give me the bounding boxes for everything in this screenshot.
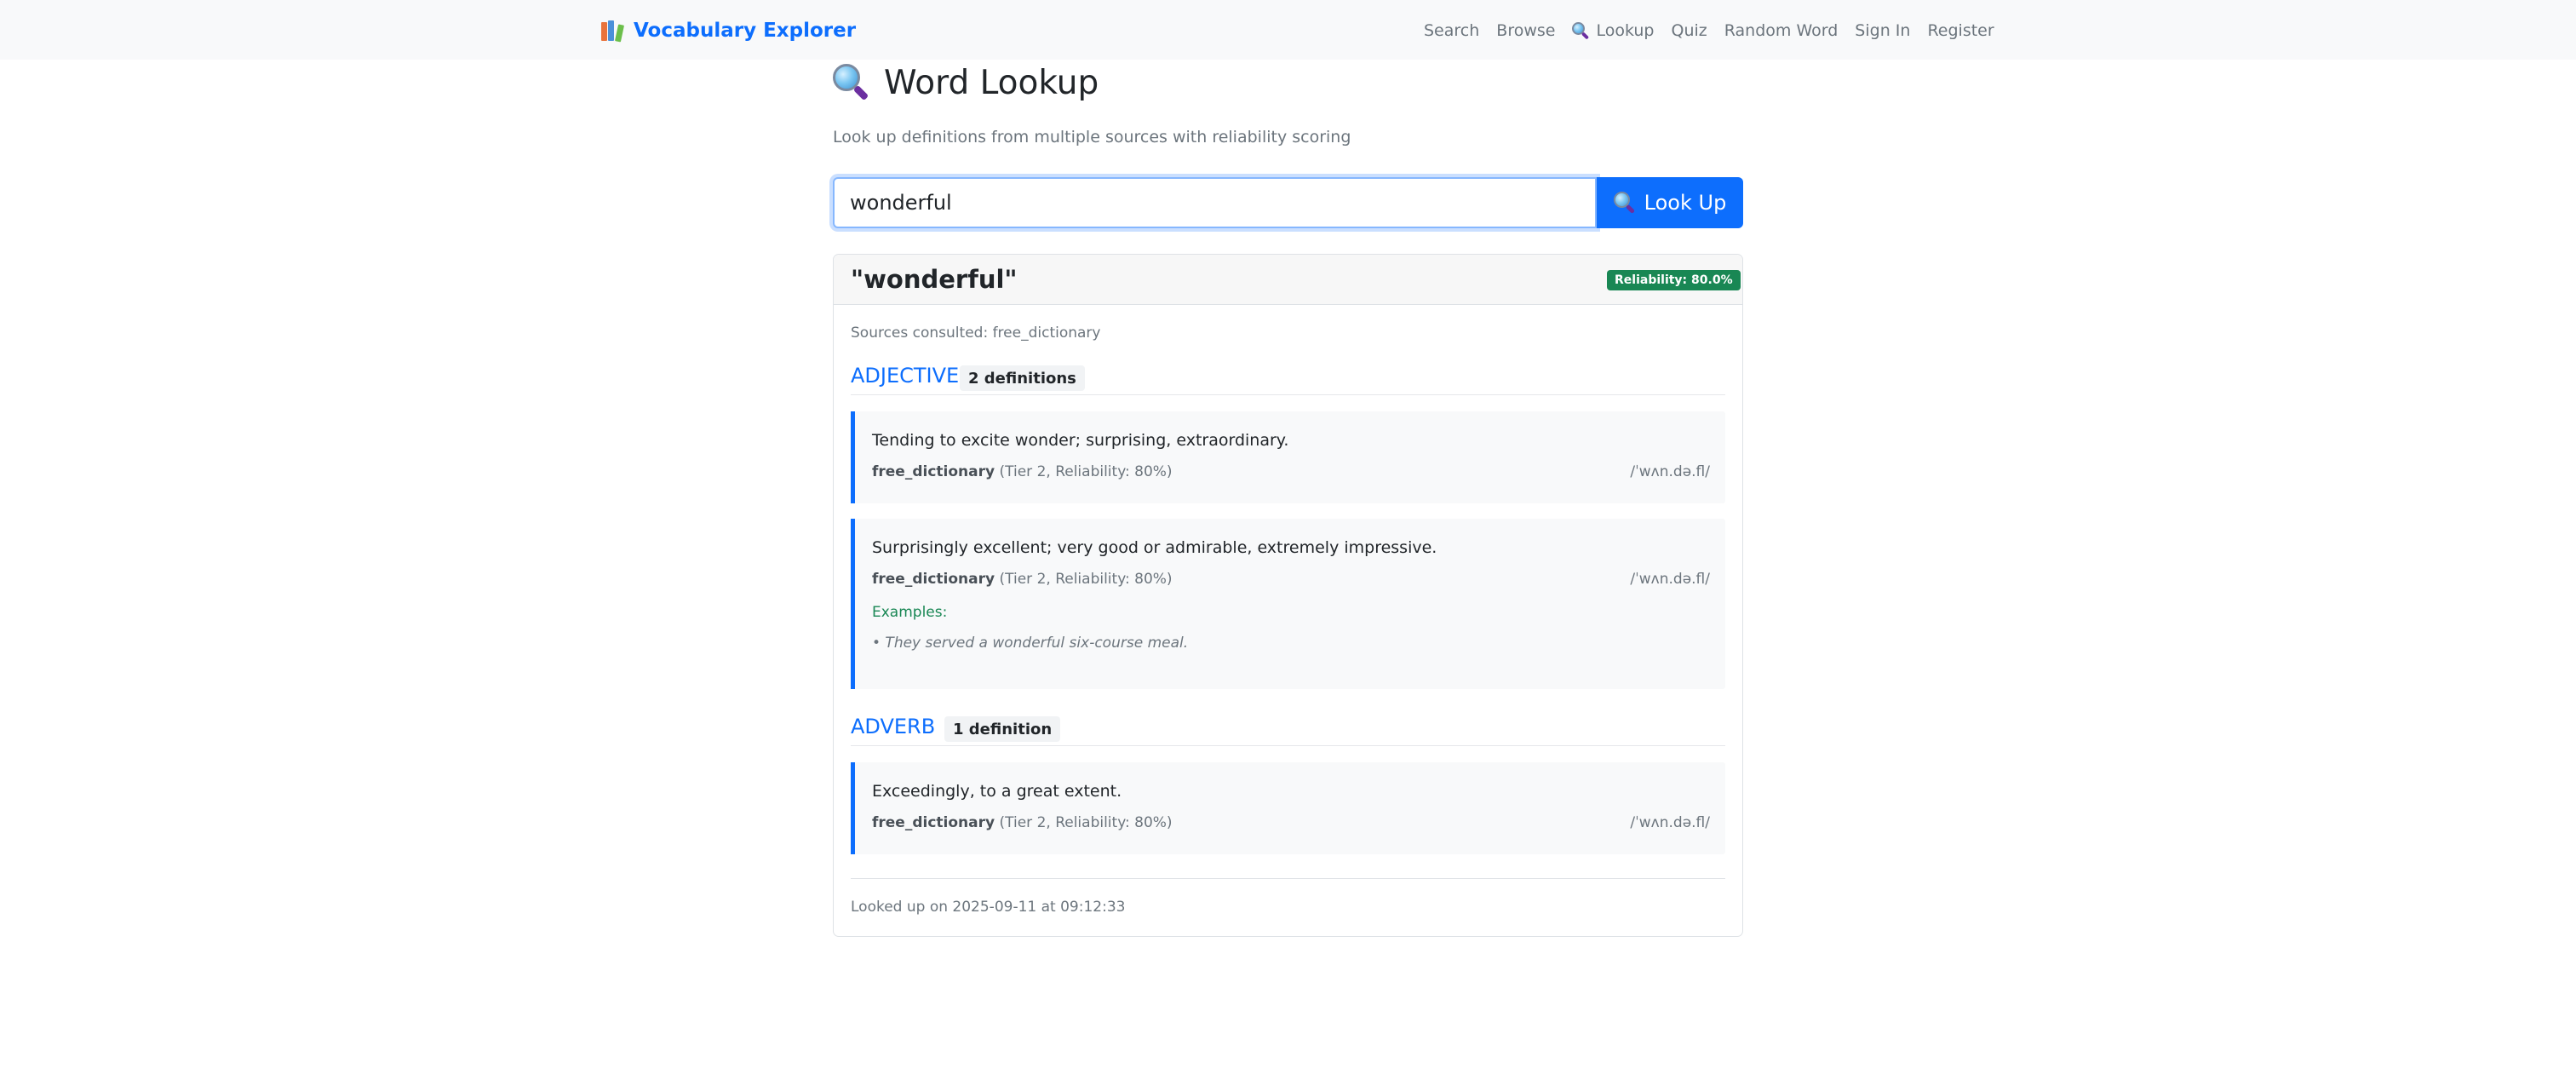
source-detail: (Tier 2, Reliability: 80%) [999, 814, 1173, 831]
lookup-timestamp: Looked up on 2025-09-11 at 09:12:33 [851, 899, 1126, 916]
look-up-button-label: Look Up [1644, 191, 1727, 215]
magnifying-glass-icon [1572, 22, 1590, 40]
page-title: Word Lookup [833, 61, 1099, 104]
source-name: free_dictionary [872, 463, 995, 480]
result-card: "wonderful" Reliability: 80.0% Sources c… [833, 254, 1743, 937]
magnifying-glass-icon [1613, 192, 1636, 215]
definition-item: Tending to excite wonder; surprising, ex… [851, 411, 1725, 503]
pronunciation: /ˈwʌn.də.fl/ [1630, 571, 1710, 588]
pos-label: ADJECTIVE [851, 364, 960, 388]
result-word: "wonderful" [851, 265, 1018, 294]
look-up-button[interactable]: Look Up [1597, 177, 1743, 228]
definition-item: Surprisingly excellent; very good or adm… [851, 519, 1725, 689]
nav-link-browse-label: Browse [1496, 21, 1556, 40]
source-name: free_dictionary [872, 571, 995, 588]
nav-link-random-word[interactable]: Random Word [1724, 21, 1839, 40]
nav-link-sign-in[interactable]: Sign In [1855, 21, 1910, 40]
pos-label: ADVERB [851, 715, 936, 738]
pos-heading-adverb: ADVERB 1 definition [851, 715, 1725, 746]
nav-link-random-word-label: Random Word [1724, 21, 1839, 40]
nav-link-lookup[interactable]: Lookup [1572, 21, 1655, 40]
source-detail: (Tier 2, Reliability: 80%) [999, 463, 1173, 480]
examples-label: Examples: [872, 604, 948, 621]
definition-text: Surprisingly excellent; very good or adm… [872, 538, 1437, 557]
brand-link[interactable]: Vocabulary Explorer [601, 15, 856, 46]
nav-link-register[interactable]: Register [1927, 21, 1994, 40]
card-divider [851, 878, 1725, 879]
lookup-form: Look Up [833, 177, 1743, 228]
example-sentence: • They served a wonderful six-course mea… [872, 635, 1189, 652]
pos-heading-adjective: ADJECTIVE 2 definitions [851, 364, 1725, 395]
nav-link-sign-in-label: Sign In [1855, 21, 1911, 40]
page-title-label: Word Lookup [884, 63, 1099, 102]
nav-links: Search Browse Lookup Quiz Random Word Si… [1424, 15, 1994, 46]
definition-text: Tending to excite wonder; surprising, ex… [872, 431, 1289, 450]
nav-link-lookup-label: Lookup [1596, 21, 1655, 40]
top-navbar: Vocabulary Explorer Search Browse Lookup… [0, 0, 2576, 60]
definition-source: free_dictionary (Tier 2, Reliability: 80… [872, 814, 1173, 831]
page-subtitle: Look up definitions from multiple source… [833, 128, 1351, 146]
definition-source: free_dictionary (Tier 2, Reliability: 80… [872, 463, 1173, 480]
nav-link-quiz[interactable]: Quiz [1672, 21, 1707, 40]
pronunciation: /ˈwʌn.də.fl/ [1630, 463, 1710, 480]
nav-link-register-label: Register [1927, 21, 1994, 40]
definition-text: Exceedingly, to a great extent. [872, 782, 1122, 801]
word-lookup-input[interactable] [833, 177, 1597, 228]
definition-count-badge: 2 definitions [960, 365, 1085, 391]
nav-link-browse[interactable]: Browse [1496, 21, 1555, 40]
magnifying-glass-icon [833, 64, 870, 101]
sources-consulted: Sources consulted: free_dictionary [851, 325, 1101, 342]
nav-link-quiz-label: Quiz [1671, 21, 1707, 40]
books-icon [601, 20, 625, 43]
result-card-header: "wonderful" Reliability: 80.0% [834, 255, 1742, 305]
reliability-badge: Reliability: 80.0% [1607, 270, 1741, 290]
definition-count-badge: 1 definition [944, 716, 1061, 742]
definition-item: Exceedingly, to a great extent. free_dic… [851, 762, 1725, 854]
definition-source: free_dictionary (Tier 2, Reliability: 80… [872, 571, 1173, 588]
nav-link-search[interactable]: Search [1424, 21, 1479, 40]
nav-link-search-label: Search [1424, 21, 1480, 40]
source-detail: (Tier 2, Reliability: 80%) [999, 571, 1173, 588]
brand-label: Vocabulary Explorer [634, 20, 857, 42]
pronunciation: /ˈwʌn.də.fl/ [1630, 814, 1710, 831]
source-name: free_dictionary [872, 814, 995, 831]
